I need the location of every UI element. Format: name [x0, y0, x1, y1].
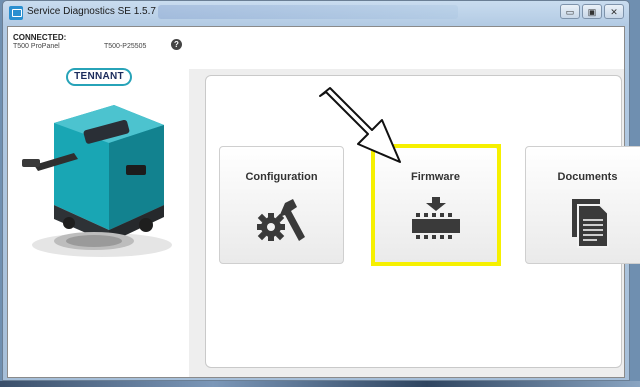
taskbar-strip	[0, 381, 640, 387]
blurred-toolbar	[158, 5, 458, 19]
tools-panel: Configuration Firmware Documents	[205, 75, 640, 368]
maximize-button[interactable]: ▣	[582, 4, 602, 19]
gear-wrench-icon	[220, 197, 343, 250]
title-bar[interactable]: Service Diagnostics SE 1.5.7 ▭ ▣ ✕	[3, 1, 629, 25]
pointer-arrow-icon	[319, 87, 401, 163]
documents-tile[interactable]: Documents	[525, 146, 640, 264]
header-area	[189, 27, 624, 69]
scrubber-machine-image	[22, 105, 172, 257]
firmware-label: Firmware	[411, 171, 460, 183]
app-icon	[9, 6, 23, 20]
connection-status: CONNECTED:	[13, 33, 67, 42]
tennant-logo: TENNANT	[66, 68, 132, 86]
app-window: Service Diagnostics SE 1.5.7 ▭ ▣ ✕ CONNE…	[2, 0, 640, 381]
tools-pane: Configuration Firmware Documents	[189, 27, 640, 377]
help-icon[interactable]: ?	[171, 39, 182, 50]
minimize-button[interactable]: ▭	[560, 4, 580, 19]
machine-serial: T500-P25505	[104, 43, 147, 50]
close-button[interactable]: ✕	[604, 4, 624, 19]
client-area: CONNECTED: T500 ProPanel T500-P25505 ? T…	[7, 26, 640, 378]
window-title: Service Diagnostics SE 1.5.7	[27, 6, 156, 17]
chip-download-icon	[374, 197, 497, 250]
machine-model: T500 ProPanel	[13, 43, 60, 50]
connection-pane: CONNECTED: T500 ProPanel T500-P25505 ? T…	[8, 27, 190, 377]
documents-icon	[526, 197, 640, 256]
configuration-label: Configuration	[245, 171, 318, 183]
documents-label: Documents	[557, 171, 618, 183]
